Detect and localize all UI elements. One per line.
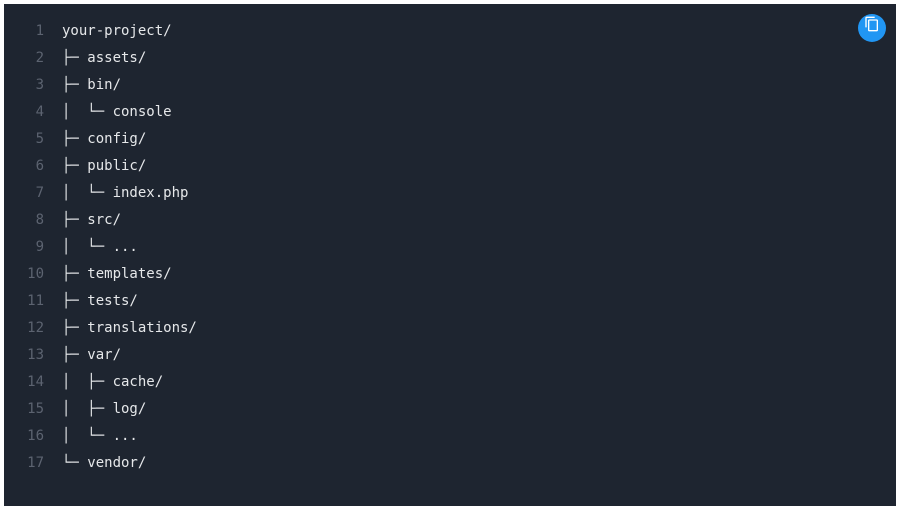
line-text: │ └─ index.php (62, 180, 188, 207)
code-line: 2├─ assets/ (4, 45, 896, 72)
line-text: ├─ translations/ (62, 315, 197, 342)
line-number: 12 (4, 315, 62, 342)
code-line: 14│ ├─ cache/ (4, 369, 896, 396)
code-line: 17└─ vendor/ (4, 450, 896, 477)
line-text: ├─ var/ (62, 342, 121, 369)
line-number: 2 (4, 45, 62, 72)
code-line: 15│ ├─ log/ (4, 396, 896, 423)
line-text: │ ├─ log/ (62, 396, 146, 423)
line-number: 14 (4, 369, 62, 396)
line-text: ├─ assets/ (62, 45, 146, 72)
line-number: 10 (4, 261, 62, 288)
line-text: ├─ public/ (62, 153, 146, 180)
code-line: 7│ └─ index.php (4, 180, 896, 207)
clipboard-icon (864, 15, 880, 42)
line-text: ├─ tests/ (62, 288, 138, 315)
code-line: 6├─ public/ (4, 153, 896, 180)
line-number: 9 (4, 234, 62, 261)
code-line: 10├─ templates/ (4, 261, 896, 288)
line-text: └─ vendor/ (62, 450, 146, 477)
line-text: ├─ templates/ (62, 261, 172, 288)
line-text: │ └─ ... (62, 234, 138, 261)
code-line: 1your-project/ (4, 18, 896, 45)
line-number: 11 (4, 288, 62, 315)
line-number: 8 (4, 207, 62, 234)
line-text: ├─ config/ (62, 126, 146, 153)
code-line: 5├─ config/ (4, 126, 896, 153)
code-line: 12├─ translations/ (4, 315, 896, 342)
code-line: 16│ └─ ... (4, 423, 896, 450)
copy-button[interactable] (858, 14, 886, 42)
line-text: ├─ src/ (62, 207, 121, 234)
line-number: 15 (4, 396, 62, 423)
line-text: │ └─ console (62, 99, 172, 126)
code-line: 8├─ src/ (4, 207, 896, 234)
code-line: 13├─ var/ (4, 342, 896, 369)
line-text: │ └─ ... (62, 423, 138, 450)
line-number: 4 (4, 99, 62, 126)
line-text: your-project/ (62, 18, 172, 45)
line-number: 16 (4, 423, 62, 450)
line-number: 5 (4, 126, 62, 153)
code-block: 1your-project/2├─ assets/3├─ bin/4│ └─ c… (4, 4, 896, 506)
code-lines: 1your-project/2├─ assets/3├─ bin/4│ └─ c… (4, 18, 896, 477)
line-number: 13 (4, 342, 62, 369)
code-line: 3├─ bin/ (4, 72, 896, 99)
line-number: 17 (4, 450, 62, 477)
line-number: 7 (4, 180, 62, 207)
line-number: 1 (4, 18, 62, 45)
line-text: ├─ bin/ (62, 72, 121, 99)
code-line: 11├─ tests/ (4, 288, 896, 315)
line-number: 3 (4, 72, 62, 99)
code-line: 4│ └─ console (4, 99, 896, 126)
code-line: 9│ └─ ... (4, 234, 896, 261)
line-text: │ ├─ cache/ (62, 369, 163, 396)
line-number: 6 (4, 153, 62, 180)
